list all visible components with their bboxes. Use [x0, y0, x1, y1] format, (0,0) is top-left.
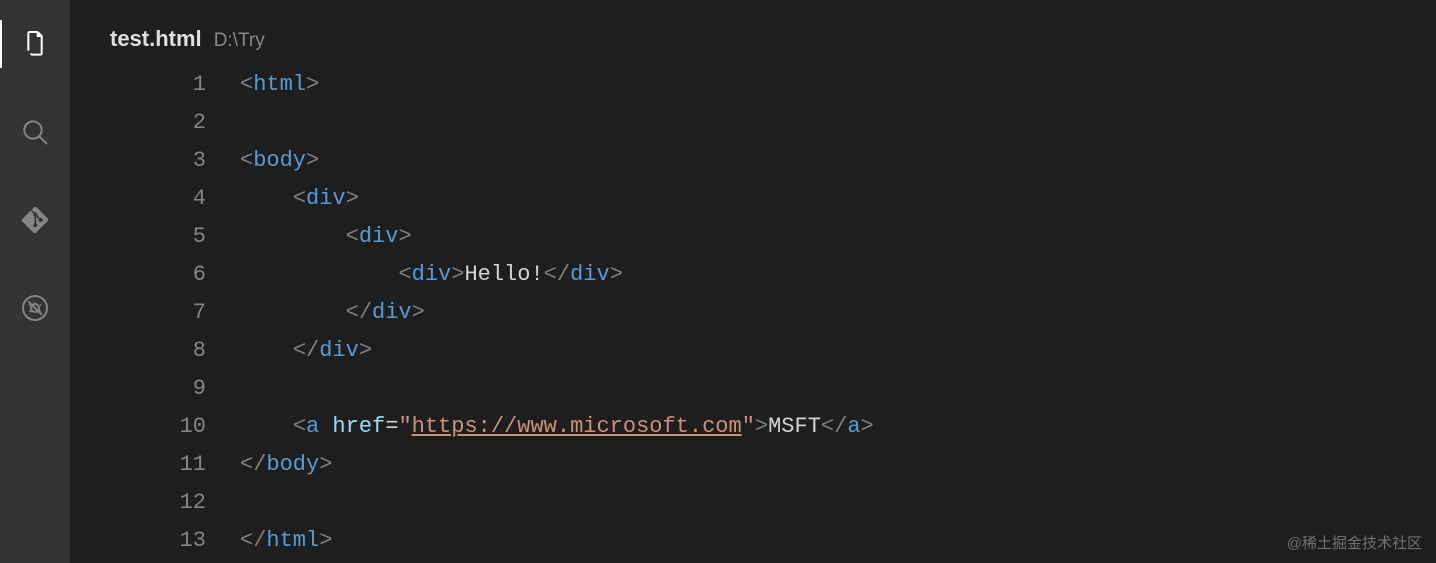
code-content[interactable]: <html> <body> <div> <div> <div>Hello!</d… — [240, 66, 1436, 563]
line-number: 11 — [70, 446, 206, 484]
line-number: 7 — [70, 294, 206, 332]
watermark-text: @稀土掘金技术社区 — [1287, 532, 1422, 553]
code-line[interactable]: <a href="https://www.microsoft.com">MSFT… — [240, 408, 1436, 446]
code-line[interactable]: <div>Hello!</div> — [240, 256, 1436, 294]
code-line[interactable]: </body> — [240, 446, 1436, 484]
code-line[interactable]: <div> — [240, 180, 1436, 218]
line-number: 9 — [70, 370, 206, 408]
git-icon[interactable] — [0, 196, 70, 244]
code-line[interactable] — [240, 104, 1436, 142]
line-number: 10 — [70, 408, 206, 446]
line-number: 8 — [70, 332, 206, 370]
line-number: 1 — [70, 66, 206, 104]
code-line[interactable]: </div> — [240, 294, 1436, 332]
line-number: 13 — [70, 522, 206, 560]
code-editor[interactable]: 12345678910111213 <html> <body> <div> <d… — [70, 66, 1436, 563]
line-number: 5 — [70, 218, 206, 256]
editor-title: test.html D:\Try — [70, 0, 1436, 66]
code-line[interactable]: <body> — [240, 142, 1436, 180]
line-number-gutter: 12345678910111213 — [70, 66, 240, 563]
filepath-label: D:\Try — [214, 30, 265, 52]
explorer-icon[interactable] — [0, 20, 70, 68]
line-number: 12 — [70, 484, 206, 522]
activity-bar — [0, 0, 70, 563]
filename-label: test.html — [110, 26, 202, 52]
debug-icon[interactable] — [0, 284, 70, 332]
line-number: 2 — [70, 104, 206, 142]
code-line[interactable] — [240, 484, 1436, 522]
line-number: 6 — [70, 256, 206, 294]
code-line[interactable] — [240, 370, 1436, 408]
code-line[interactable]: <html> — [240, 66, 1436, 104]
search-icon[interactable] — [0, 108, 70, 156]
line-number: 4 — [70, 180, 206, 218]
code-line[interactable]: </div> — [240, 332, 1436, 370]
line-number: 3 — [70, 142, 206, 180]
code-line[interactable]: <div> — [240, 218, 1436, 256]
code-line[interactable]: </html> — [240, 522, 1436, 560]
editor-main: test.html D:\Try 12345678910111213 <html… — [70, 0, 1436, 563]
